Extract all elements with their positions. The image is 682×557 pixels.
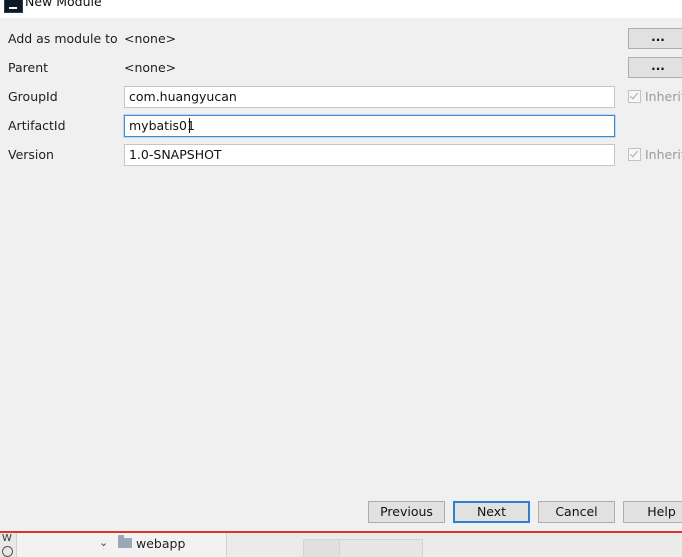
version-label: Version bbox=[8, 147, 54, 162]
group-id-input[interactable] bbox=[124, 86, 615, 108]
background-ide-strip: W ⌄ webapp bbox=[0, 533, 682, 557]
version-inherit-label: Inherit bbox=[645, 147, 682, 162]
parent-value: <none> bbox=[124, 60, 177, 75]
parent-label: Parent bbox=[8, 60, 49, 75]
help-button[interactable]: Help bbox=[623, 501, 682, 523]
editor-area bbox=[226, 533, 682, 557]
text-caret bbox=[189, 118, 190, 133]
artifact-id-row: ArtifactId bbox=[0, 115, 682, 137]
folder-icon bbox=[118, 535, 132, 548]
version-row: Version Inherit bbox=[0, 144, 682, 166]
version-inherit-check-icon bbox=[628, 148, 641, 161]
previous-button[interactable]: Previous bbox=[368, 501, 445, 523]
next-button[interactable]: Next bbox=[453, 501, 530, 523]
add-as-module-browse-button[interactable]: ... bbox=[628, 28, 682, 49]
group-id-label: GroupId bbox=[8, 89, 58, 104]
version-input[interactable] bbox=[124, 144, 615, 166]
add-as-module-label: Add as module to bbox=[8, 31, 118, 46]
title-bar: New Module bbox=[0, 0, 682, 18]
add-as-module-row: Add as module to <none> ... bbox=[0, 28, 682, 50]
group-id-inherit-checkbox[interactable]: Inherit bbox=[628, 89, 682, 104]
group-id-inherit-label: Inherit bbox=[645, 89, 682, 104]
version-inherit-checkbox[interactable]: Inherit bbox=[628, 147, 682, 162]
side-toolbar-circle-icon bbox=[2, 546, 13, 557]
tree-item-webapp[interactable]: webapp bbox=[136, 536, 185, 551]
app-icon bbox=[4, 0, 23, 13]
editor-tab[interactable] bbox=[303, 539, 341, 557]
editor-tab[interactable] bbox=[339, 539, 423, 557]
artifact-id-label: ArtifactId bbox=[8, 118, 66, 133]
ide-side-toolbar: W bbox=[0, 533, 17, 557]
parent-browse-button[interactable]: ... bbox=[628, 57, 682, 78]
cancel-button[interactable]: Cancel bbox=[538, 501, 615, 523]
window-title: New Module bbox=[25, 0, 102, 9]
artifact-id-input[interactable] bbox=[124, 115, 615, 137]
side-toolbar-label: W bbox=[2, 533, 12, 544]
group-id-inherit-check-icon bbox=[628, 90, 641, 103]
chevron-down-icon[interactable]: ⌄ bbox=[99, 536, 108, 549]
parent-row: Parent <none> ... bbox=[0, 57, 682, 79]
group-id-row: GroupId Inherit bbox=[0, 86, 682, 108]
add-as-module-value: <none> bbox=[124, 31, 177, 46]
